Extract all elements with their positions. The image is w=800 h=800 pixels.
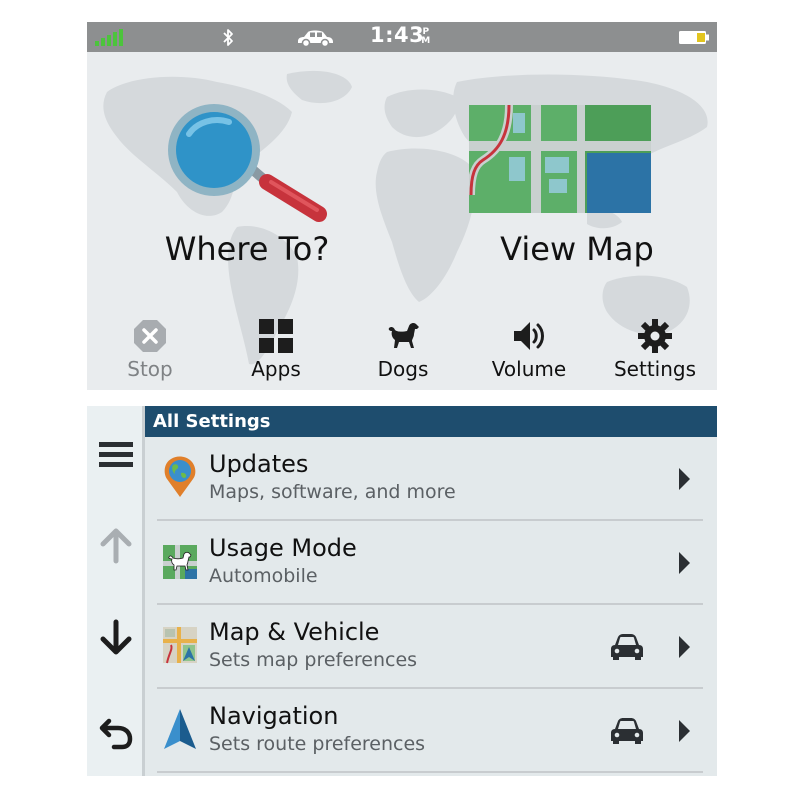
gear-icon xyxy=(638,319,672,353)
chevron-right-icon xyxy=(679,552,690,574)
settings-row-subtitle: Sets map preferences xyxy=(209,649,418,671)
settings-row-title: Navigation xyxy=(209,702,339,730)
apps-label: Apps xyxy=(251,357,301,381)
signal-bars-icon xyxy=(95,29,123,46)
where-to-button[interactable]: Where To? xyxy=(127,102,367,272)
car-icon xyxy=(611,634,643,660)
chevron-right-icon xyxy=(679,636,690,658)
status-clock: 1:43 PM xyxy=(370,23,430,47)
settings-row-title: Map & Vehicle xyxy=(209,618,380,646)
settings-header: All Settings xyxy=(145,406,717,437)
dog-icon xyxy=(388,322,419,348)
usage-mode-dog-icon xyxy=(163,545,197,579)
settings-label: Settings xyxy=(613,357,697,381)
stop-label: Stop xyxy=(127,357,173,381)
clock-ampm-bottom: M xyxy=(421,36,431,46)
magnifier-icon xyxy=(168,104,327,222)
clock-time: 1:43 xyxy=(370,23,425,47)
status-bar: 1:43 PM xyxy=(87,22,717,52)
map-vehicle-icon xyxy=(163,627,197,664)
settings-row-subtitle: Automobile xyxy=(209,565,318,587)
settings-row-usage-mode[interactable]: Usage Mode Automobile xyxy=(157,521,703,605)
location-pin-globe-icon xyxy=(164,456,196,497)
settings-row-updates[interactable]: Updates Maps, software, and more xyxy=(157,437,703,521)
settings-row-map-vehicle[interactable]: Map & Vehicle Sets map preferences xyxy=(157,605,703,689)
view-map-button[interactable]: View Map xyxy=(457,102,697,272)
battery-icon xyxy=(679,31,709,44)
car-icon xyxy=(298,30,333,47)
settings-screen: All Settings Updates Maps, software, and… xyxy=(87,406,717,776)
volume-button[interactable]: Volume xyxy=(474,318,584,382)
clock-ampm: PM xyxy=(421,28,431,46)
back-arrow-icon[interactable] xyxy=(94,709,138,753)
apps-grid-icon xyxy=(259,319,293,353)
car-icon xyxy=(611,718,643,744)
volume-label: Volume xyxy=(491,357,567,381)
map-icon xyxy=(469,105,651,213)
settings-row-subtitle: Maps, software, and more xyxy=(209,481,456,503)
speaker-icon xyxy=(514,322,544,350)
arrow-up-icon[interactable] xyxy=(94,523,138,567)
navigation-arrow-icon xyxy=(164,709,196,749)
settings-row-title: Usage Mode xyxy=(209,534,357,562)
dogs-button[interactable]: Dogs xyxy=(348,318,458,382)
settings-button[interactable]: Settings xyxy=(600,318,710,382)
hamburger-menu-icon[interactable] xyxy=(94,434,138,478)
stop-icon xyxy=(134,320,166,352)
dogs-label: Dogs xyxy=(377,357,429,381)
settings-row-navigation[interactable]: Navigation Sets route preferences xyxy=(157,689,703,773)
chevron-right-icon xyxy=(679,468,690,490)
side-toolbar xyxy=(87,406,145,776)
stop-button[interactable]: Stop xyxy=(95,318,205,382)
arrow-down-icon[interactable] xyxy=(94,616,138,660)
view-map-label: View Map xyxy=(500,230,654,268)
chevron-right-icon xyxy=(679,720,690,742)
bluetooth-icon xyxy=(223,29,233,46)
settings-row-title: Updates xyxy=(209,450,309,478)
apps-button[interactable]: Apps xyxy=(221,318,331,382)
where-to-label: Where To? xyxy=(164,230,330,268)
home-screen: 1:43 PM Where To? View Map Stop Apps Dog… xyxy=(87,22,717,390)
settings-row-subtitle: Sets route preferences xyxy=(209,733,426,755)
